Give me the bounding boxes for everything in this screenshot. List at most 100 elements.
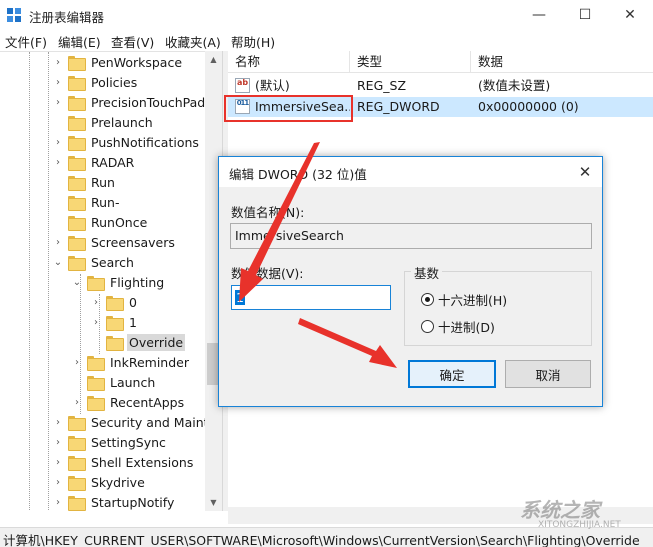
tree-item-pushnotifications[interactable]: › PushNotifications: [53, 132, 201, 152]
value-data-input[interactable]: 1: [231, 285, 391, 310]
tree-item-label: PenWorkspace: [91, 54, 183, 70]
tree-item-recentapps[interactable]: › RecentApps: [72, 392, 186, 412]
menu-help[interactable]: 帮助(H): [231, 32, 275, 51]
list-row-default[interactable]: ab (默认) REG_SZ (数值未设置): [228, 76, 653, 96]
folder-icon: [87, 395, 105, 411]
title-bar: 注册表编辑器 — ☐ ✕: [0, 0, 653, 30]
close-button[interactable]: ✕: [607, 0, 653, 30]
column-data-header[interactable]: 数据: [471, 51, 653, 73]
menu-view[interactable]: 查看(V): [111, 32, 154, 51]
value-type: REG_DWORD: [357, 99, 440, 114]
tree-item-label: PushNotifications: [91, 134, 199, 150]
chevron-right-icon[interactable]: ›: [53, 232, 63, 252]
chevron-right-icon[interactable]: ›: [53, 412, 63, 432]
tree-item-screensavers[interactable]: › Screensavers: [53, 232, 177, 252]
tree-item-settingsync[interactable]: › SettingSync: [53, 432, 168, 452]
tree-item-penworkspace[interactable]: › PenWorkspace: [53, 52, 184, 72]
tree-item-shell-extensions[interactable]: › Shell Extensions: [53, 452, 195, 472]
tree-item-label: 1: [129, 314, 137, 330]
tree-item-precisiontouchpad[interactable]: › PrecisionTouchPad: [53, 92, 207, 112]
tree-item-startupnotify[interactable]: › StartupNotify: [53, 492, 176, 511]
chevron-right-icon[interactable]: ›: [72, 352, 82, 372]
value-name-field: ImmersiveSearch: [230, 223, 592, 249]
tree-item-prelaunch[interactable]: Prelaunch: [53, 112, 155, 132]
tree-item-override[interactable]: Override: [91, 332, 186, 352]
cancel-button[interactable]: 取消: [505, 360, 591, 388]
folder-icon: [68, 235, 86, 251]
value-data-text: 1: [235, 290, 245, 305]
chevron-right-icon[interactable]: ›: [91, 312, 101, 332]
chevron-right-icon[interactable]: ›: [53, 72, 63, 92]
scroll-down-arrow-icon[interactable]: ▼: [205, 494, 222, 511]
menu-favorites[interactable]: 收藏夹(A): [165, 32, 221, 51]
radio-checked-icon[interactable]: [421, 293, 434, 306]
chevron-right-icon[interactable]: ›: [53, 492, 63, 511]
folder-icon: [68, 475, 86, 491]
radio-unchecked-icon[interactable]: [421, 320, 434, 333]
tree-item-label: Screensavers: [91, 234, 175, 250]
folder-open-icon: [87, 275, 105, 291]
radio-hex[interactable]: 十六进制(H): [421, 290, 507, 309]
folder-icon: [87, 375, 105, 391]
value-data: (数值未设置): [478, 78, 551, 93]
tree-item-run-minus[interactable]: Run-: [53, 192, 121, 212]
maximize-button[interactable]: ☐: [562, 0, 608, 30]
tree-item-flighting[interactable]: ⌄ Flighting: [72, 272, 166, 292]
tree-guide-line: [48, 52, 49, 511]
tree-item-label: SettingSync: [91, 434, 166, 450]
tree-item-inkreminder[interactable]: › InkReminder: [72, 352, 191, 372]
dialog-close-icon[interactable]: ✕: [568, 157, 602, 187]
tree-item-run[interactable]: Run: [53, 172, 117, 192]
minimize-button[interactable]: —: [516, 0, 562, 30]
chevron-right-icon[interactable]: ›: [53, 452, 63, 472]
window-title: 注册表编辑器: [29, 10, 105, 25]
tree-item-label: Policies: [91, 74, 138, 90]
chevron-right-icon[interactable]: ›: [53, 152, 63, 172]
tree-item-search[interactable]: ⌄ Search: [53, 252, 136, 272]
folder-icon: [106, 315, 124, 331]
radio-dec[interactable]: 十进制(D): [421, 317, 495, 336]
chevron-down-icon[interactable]: ⌄: [53, 252, 63, 272]
folder-icon: [68, 215, 86, 231]
chevron-right-icon[interactable]: ›: [53, 432, 63, 452]
folder-icon: [68, 115, 86, 131]
tree-item-label: Flighting: [110, 274, 165, 290]
tree-item-security-and-maintenance[interactable]: › Security and Mainte: [53, 412, 218, 432]
tree-item-label: InkReminder: [110, 354, 189, 370]
scroll-up-arrow-icon[interactable]: ▲: [205, 51, 222, 68]
folder-icon: [87, 355, 105, 371]
column-type-header[interactable]: 类型: [350, 51, 471, 73]
chevron-right-icon[interactable]: ›: [53, 92, 63, 112]
tree-item-label: 0: [129, 294, 137, 310]
chevron-right-icon[interactable]: ›: [53, 472, 63, 492]
menu-file[interactable]: 文件(F): [5, 32, 47, 51]
dialog-title-bar: 编辑 DWORD (32 位)值 ✕: [219, 157, 602, 187]
folder-icon: [68, 55, 86, 71]
value-data: 0x00000000 (0): [478, 99, 579, 114]
tree-item-label: Prelaunch: [91, 114, 153, 130]
chevron-right-icon[interactable]: ›: [53, 132, 63, 152]
folder-icon: [68, 415, 86, 431]
chevron-right-icon[interactable]: ›: [72, 392, 82, 412]
tree-item-launch[interactable]: Launch: [72, 372, 157, 392]
menu-edit[interactable]: 编辑(E): [58, 32, 101, 51]
tree-item-0[interactable]: › 0: [91, 292, 139, 312]
folder-icon: [68, 495, 86, 511]
regedit-app-icon: [7, 8, 21, 22]
folder-icon: [68, 135, 86, 151]
list-header: 名称 类型 数据: [228, 51, 653, 73]
chevron-right-icon[interactable]: ›: [53, 52, 63, 72]
tree-guide-line: [29, 52, 30, 511]
ok-button[interactable]: 确定: [408, 360, 496, 388]
tree-item-skydrive[interactable]: › Skydrive: [53, 472, 147, 492]
key-tree[interactable]: › PenWorkspace › Policies › PrecisionTouchP…: [0, 51, 222, 511]
tree-item-runonce[interactable]: RunOnce: [53, 212, 149, 232]
tree-item-policies[interactable]: › Policies: [53, 72, 139, 92]
chevron-down-icon[interactable]: ⌄: [72, 272, 82, 292]
string-value-icon: ab: [235, 78, 250, 93]
column-name-header[interactable]: 名称: [228, 51, 350, 73]
chevron-right-icon[interactable]: ›: [91, 292, 101, 312]
tree-item-1[interactable]: › 1: [91, 312, 139, 332]
tree-item-radar[interactable]: › RADAR: [53, 152, 136, 172]
